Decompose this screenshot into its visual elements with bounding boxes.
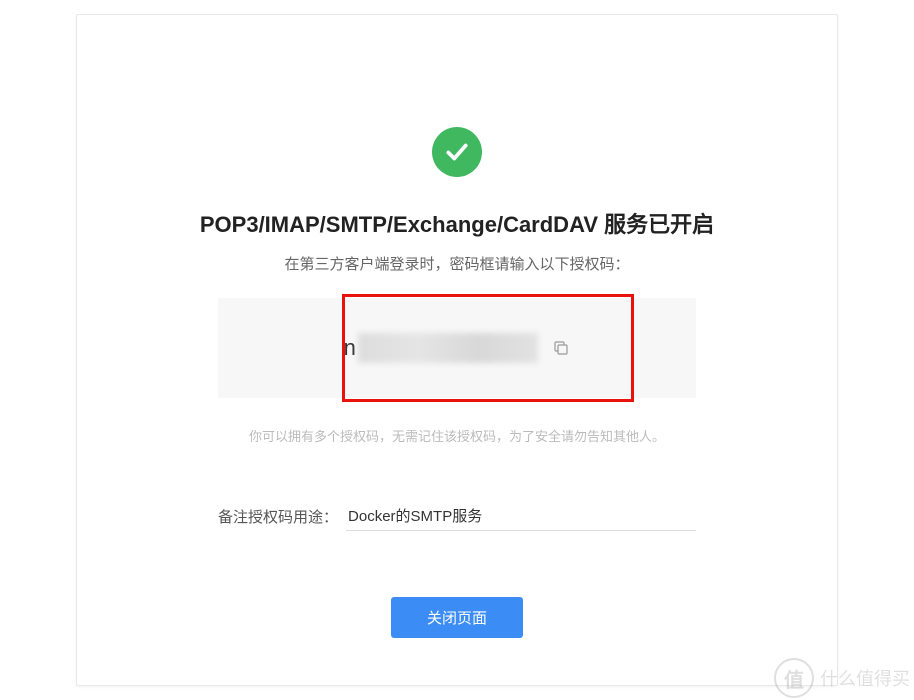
watermark-logo-icon: 值 — [774, 658, 814, 698]
remark-input[interactable] — [346, 501, 696, 531]
success-check-icon — [432, 127, 482, 177]
page-subtitle: 在第三方客户端登录时，密码框请输入以下授权码： — [77, 253, 837, 274]
page-title: POP3/IMAP/SMTP/Exchange/CardDAV 服务已开启 — [77, 207, 837, 239]
auth-code-prefix: n — [344, 335, 357, 361]
auth-code-wrapper: n — [218, 298, 696, 398]
auth-code-redacted — [358, 333, 538, 363]
remark-section: 备注授权码用途： — [218, 501, 696, 531]
watermark: 值 什么值得买 — [770, 652, 914, 700]
auth-code-box: n — [218, 298, 696, 398]
auth-code-text: n — [344, 333, 539, 363]
remark-label: 备注授权码用途： — [218, 506, 338, 527]
copy-icon[interactable] — [552, 339, 570, 357]
close-button[interactable]: 关闭页面 — [391, 597, 523, 638]
service-enabled-card: POP3/IMAP/SMTP/Exchange/CardDAV 服务已开启 在第… — [76, 14, 838, 686]
watermark-text: 什么值得买 — [820, 665, 910, 691]
security-hint: 你可以拥有多个授权码，无需记住该授权码，为了安全请勿告知其他人。 — [77, 426, 837, 445]
